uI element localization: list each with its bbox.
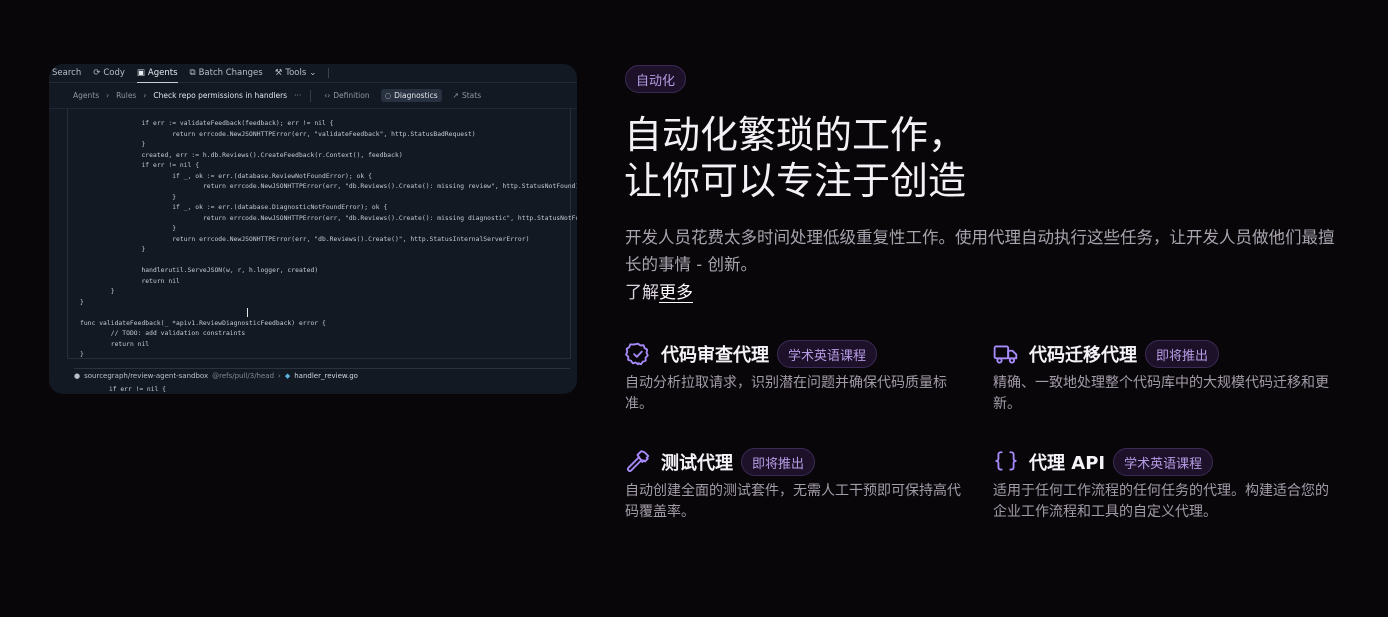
learn-more: 了解更多 — [625, 278, 693, 303]
chevron-down-icon: ⌄ — [309, 68, 317, 78]
feature-code-migration: 代码迁移代理 即将推出 精确、一致地处理整个代码库中的大规模代码迁移和更新。 — [993, 339, 1338, 415]
status-badge: 学术英语课程 — [1113, 448, 1214, 476]
page-title: 自动化繁琐的工作， 让你可以专注于创造 — [624, 112, 966, 204]
diagnostics-label: Diagnostics — [394, 91, 438, 100]
code-next-line: if err != nil { — [109, 386, 166, 393]
text-cursor — [247, 308, 248, 317]
truck-icon — [993, 341, 1019, 367]
tab-cody-label: Cody — [103, 68, 125, 78]
feature-agent-api: 代理 API 学术英语课程 适用于任何工作流程的任何任务的代理。构建适合您的企业… — [993, 447, 1338, 523]
batch-changes-icon: ⧉ — [189, 68, 196, 78]
feature-title: 代码迁移代理 — [1029, 345, 1137, 366]
feature-title: 代理 API — [1029, 453, 1106, 474]
feature-description: 自动分析拉取请求，识别潜在问题并确保代码质量标准。 — [625, 375, 947, 412]
diagnostics-icon: ◌ — [384, 91, 392, 100]
hammer-icon — [625, 449, 651, 475]
diagnostics-button[interactable]: ◌ Diagnostics — [380, 89, 442, 102]
editor-topbar: Search ⟳ Cody ▣ Agents ⧉ Batch Changes ⚒… — [49, 64, 577, 83]
file-name[interactable]: handler_review.go — [294, 372, 358, 380]
feature-title: 代码审查代理 — [661, 345, 769, 366]
tab-agents[interactable]: ▣ Agents — [136, 64, 178, 83]
hero-description: 开发人员花费太多时间处理低级重复性工作。使用代理自动执行这些任务，让开发人员做他… — [625, 228, 1335, 274]
file-header: ● sourcegraph/review-agent-sandbox @refs… — [74, 368, 570, 383]
tab-batch-changes-label: Batch Changes — [198, 68, 263, 78]
feature-test-agent: 测试代理 即将推出 自动创建全面的测试套件，无需人工干预即可保持高代码覆盖率。 — [625, 447, 970, 523]
cody-icon: ⟳ — [93, 68, 101, 78]
tab-search-label: Search — [52, 68, 82, 78]
learn-more-prefix: 了解 — [625, 283, 659, 303]
braces-icon — [993, 449, 1019, 475]
definition-button[interactable]: ‹› Definition — [320, 89, 373, 102]
feature-description: 适用于任何工作流程的任何任务的代理。构建适合您的企业工作流程和工具的自定义代理。 — [993, 483, 1329, 520]
stats-icon: ↗ — [452, 91, 459, 100]
tab-tools-label: Tools — [285, 68, 307, 78]
feature-code-review: 代码审查代理 学术英语课程 自动分析拉取请求，识别潜在问题并确保代码质量标准。 — [625, 339, 970, 415]
editor-preview: Search ⟳ Cody ▣ Agents ⧉ Batch Changes ⚒… — [49, 64, 577, 394]
tab-agents-label: Agents — [147, 67, 178, 78]
stats-button[interactable]: ↗ Stats — [449, 89, 485, 102]
go-file-icon: ◆ — [284, 372, 291, 380]
feature-description: 自动创建全面的测试套件，无需人工干预即可保持高代码覆盖率。 — [625, 483, 961, 520]
tab-batch-changes[interactable]: ⧉ Batch Changes — [190, 64, 263, 82]
feature-title: 测试代理 — [661, 453, 733, 474]
repo-name[interactable]: sourcegraph/review-agent-sandbox — [84, 372, 208, 380]
learn-more-link[interactable]: 更多 — [659, 283, 693, 303]
stats-label: Stats — [461, 91, 482, 100]
tab-tools[interactable]: ⚒ Tools ⌄ — [275, 64, 317, 82]
agents-icon: ▣ — [136, 67, 145, 78]
status-badge: 即将推出 — [1145, 340, 1220, 368]
breadcrumb-current: Check repo permissions in handlers — [153, 91, 288, 100]
topbar-divider — [328, 68, 330, 78]
code-icon: ‹› — [324, 91, 331, 100]
tools-icon: ⚒ — [274, 68, 283, 78]
tab-search[interactable]: Search — [52, 64, 81, 82]
category-tag: 自动化 — [625, 65, 687, 93]
chevron-right-icon: › — [106, 91, 110, 100]
status-badge: 即将推出 — [741, 448, 816, 476]
code-text: if err := validateFeedback(feedback); er… — [80, 120, 577, 358]
headline-line-1: 自动化繁琐的工作， — [624, 113, 967, 157]
tab-cody[interactable]: ⟳ Cody — [93, 64, 125, 82]
crumb-divider — [310, 89, 312, 102]
definition-label: Definition — [333, 91, 370, 100]
breadcrumb-rules[interactable]: Rules — [116, 91, 136, 100]
feature-description: 精确、一致地处理整个代码库中的大规模代码迁移和更新。 — [993, 375, 1329, 412]
breadcrumb: Agents › Rules › Check repo permissions … — [49, 83, 577, 109]
chevron-right-icon: › — [143, 91, 147, 100]
code-view[interactable]: if err := validateFeedback(feedback); er… — [67, 108, 577, 359]
headline-line-2: 让你可以专注于创造 — [624, 159, 967, 203]
more-button[interactable]: ··· — [294, 91, 301, 100]
path-separator: › — [278, 372, 281, 380]
repo-ref: @refs/pull/3/head — [212, 372, 275, 380]
status-badge: 学术英语课程 — [777, 340, 878, 368]
breadcrumb-agents[interactable]: Agents — [73, 91, 99, 100]
github-icon: ● — [74, 372, 81, 380]
badge-check-icon — [625, 341, 651, 367]
